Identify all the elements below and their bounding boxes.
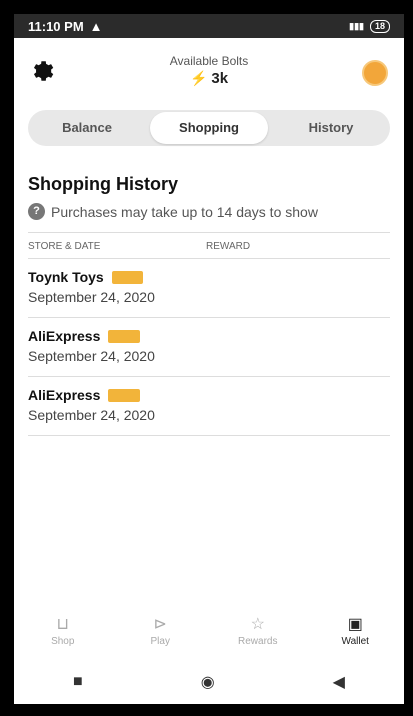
table-row[interactable]: AliExpress September 24, 2020: [28, 377, 390, 436]
home-icon[interactable]: ◉: [201, 672, 215, 692]
nav-rewards-label: Rewards: [238, 636, 278, 647]
bottom-nav: ⊔ Shop ⊳ Play ☆ Rewards ▣ Wallet: [14, 614, 404, 660]
nav-shop-label: Shop: [51, 636, 75, 647]
warning-icon: ▲: [89, 18, 103, 34]
status-badge: [108, 388, 140, 402]
star-icon: ☆: [250, 616, 265, 633]
table-header: STORE & DATE REWARD: [28, 232, 390, 259]
page-title: Shopping History: [28, 174, 178, 194]
table-row[interactable]: Toynk Toys September 24, 2020: [28, 259, 390, 318]
info-note-text: Purchases may take up to 14 days to show: [51, 203, 318, 220]
column-store-date: STORE & DATE: [28, 241, 101, 252]
tab-bar: Balance Shopping History: [28, 110, 390, 146]
purchase-date: September 24, 2020: [28, 289, 155, 305]
signal-icon: ▮▮▮: [349, 20, 364, 31]
table-row[interactable]: AliExpress September 24, 2020: [28, 318, 390, 377]
recents-icon[interactable]: ■: [73, 673, 83, 691]
tab-balance[interactable]: Balance: [28, 112, 146, 144]
phone-screen: 11:10 PM ▲ ▮▮▮ 18 Available Bolts ⚡ 3k B…: [14, 14, 404, 704]
tab-shopping[interactable]: Shopping: [150, 112, 268, 144]
tab-history[interactable]: History: [272, 112, 390, 144]
back-icon[interactable]: ◀: [333, 672, 345, 692]
wallet-icon: ▣: [347, 616, 363, 633]
purchase-date: September 24, 2020: [28, 407, 155, 423]
wallet-header: Available Bolts ⚡ 3k: [14, 38, 404, 110]
basket-icon: ⊔: [56, 616, 69, 633]
battery-icon: 18: [369, 19, 390, 33]
status-time: 11:10 PM: [28, 18, 84, 34]
help-icon: ?: [28, 203, 45, 220]
status-badge: [108, 329, 140, 343]
store-name: AliExpress: [28, 387, 101, 403]
nav-wallet-label: Wallet: [341, 636, 369, 647]
bolt-icon: ⚡: [189, 70, 208, 86]
bolts-value: 3k: [211, 70, 229, 87]
nav-wallet[interactable]: ▣ Wallet: [307, 614, 405, 660]
available-bolts: Available Bolts ⚡ 3k: [14, 54, 404, 87]
nav-play-label: Play: [150, 636, 170, 647]
system-nav-bar: ■ ◉ ◀: [14, 660, 404, 704]
play-icon: ⊳: [153, 616, 167, 633]
bolts-label: Available Bolts: [169, 54, 249, 68]
store-name: AliExpress: [28, 328, 101, 344]
shopping-history-section: Shopping History ? Purchases may take up…: [14, 174, 404, 436]
column-reward: REWARD: [206, 241, 251, 252]
status-badge: [111, 270, 144, 284]
nav-rewards[interactable]: ☆ Rewards: [209, 614, 307, 660]
nav-play[interactable]: ⊳ Play: [112, 614, 210, 660]
store-name: Toynk Toys: [28, 269, 104, 285]
purchase-date: September 24, 2020: [28, 348, 155, 364]
info-note: ? Purchases may take up to 14 days to sh…: [28, 203, 390, 220]
avatar[interactable]: [362, 60, 388, 86]
nav-shop[interactable]: ⊔ Shop: [14, 614, 112, 660]
status-bar: 11:10 PM ▲ ▮▮▮ 18: [14, 14, 404, 38]
